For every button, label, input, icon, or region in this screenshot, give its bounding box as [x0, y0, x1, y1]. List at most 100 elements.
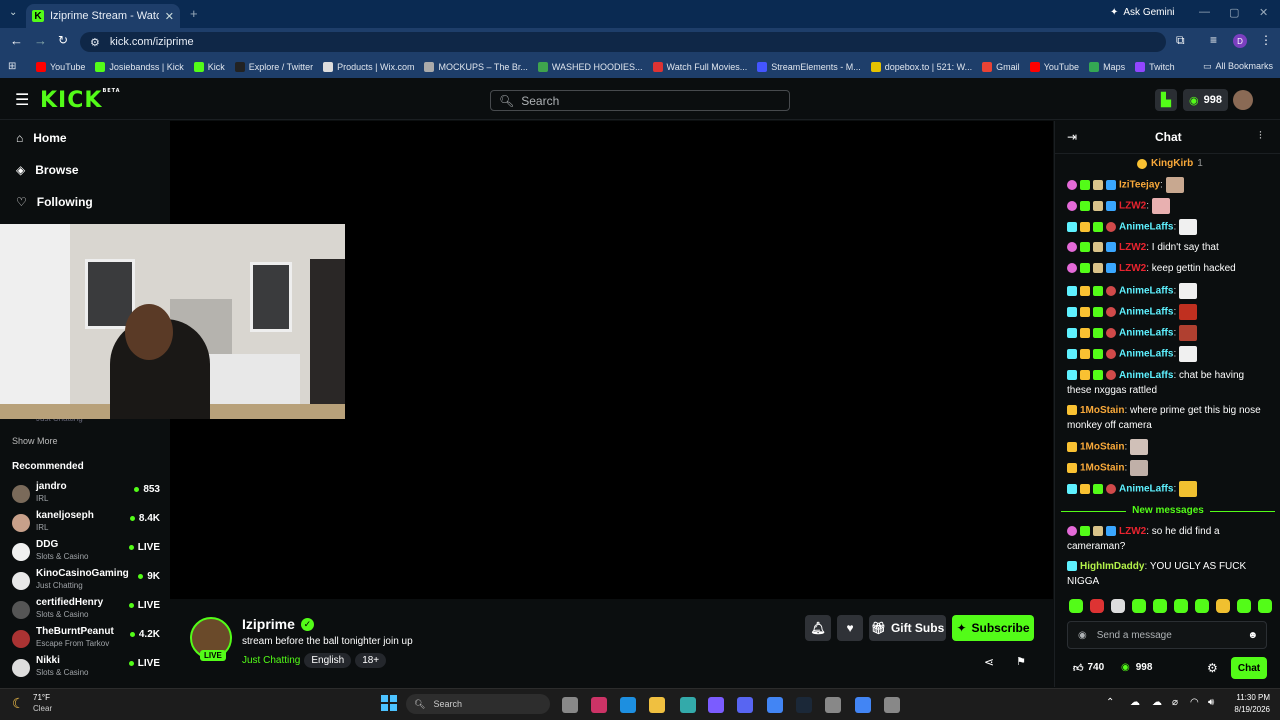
maximize-icon[interactable]: ▢	[1229, 6, 1239, 19]
emote-icon[interactable]	[1111, 599, 1125, 613]
chat-message[interactable]: AnimeLaffs: chat be having these nxggas …	[1067, 368, 1271, 398]
browser-tab[interactable]: K Iziprime Stream - Watch Live on ✕	[26, 4, 180, 28]
windows-start-icon[interactable]	[381, 695, 397, 711]
share-icon[interactable]: ⋖	[984, 655, 994, 669]
bookmark-item[interactable]: WASHED HOODIES...	[537, 62, 643, 72]
taskbar-app-icon[interactable]	[591, 697, 607, 713]
all-bookmarks-button[interactable]: ▭ All Bookmarks	[1203, 61, 1273, 72]
emote-icon[interactable]	[1179, 283, 1198, 299]
chat-users-icon[interactable]: ⫶	[1259, 130, 1262, 143]
new-tab-icon[interactable]: +	[190, 6, 198, 21]
emote-icon[interactable]	[1153, 599, 1167, 613]
chat-message[interactable]: AnimeLaffs:	[1067, 219, 1271, 235]
tray-volume-icon[interactable]: 🔊︎	[1208, 697, 1214, 708]
chat-message[interactable]: AnimeLaffs:	[1067, 481, 1271, 497]
chat-message[interactable]: 1MoStain: where prime get this big nose …	[1067, 403, 1271, 433]
emote-icon[interactable]	[1179, 304, 1198, 320]
chat-username[interactable]: AnimeLaffs	[1119, 370, 1173, 381]
emote-icon[interactable]	[1151, 198, 1170, 214]
forward-icon[interactable]: →	[34, 33, 47, 48]
bookmark-item[interactable]: Products | Wix.com	[323, 62, 414, 72]
recommended-channel[interactable]: jandro IRL 853	[12, 481, 160, 509]
search-input[interactable]: 🔍︎ Search	[490, 90, 790, 111]
chat-username[interactable]: AnimeLaffs	[1119, 484, 1173, 495]
tray-onedrive-icon[interactable]: ☁	[1152, 697, 1162, 708]
chat-message[interactable]: LZW2:	[1067, 198, 1271, 214]
back-icon[interactable]: ←	[10, 33, 23, 48]
kick-logo[interactable]: KICKBETA	[40, 88, 121, 113]
chat-message[interactable]: AnimeLaffs:	[1067, 325, 1271, 341]
nav-browse[interactable]: ◈ Browse	[16, 163, 79, 177]
emote-icon[interactable]	[1237, 599, 1251, 613]
taskbar-app-icon[interactable]	[796, 697, 812, 713]
tab-search-icon[interactable]: ≡	[1210, 33, 1217, 47]
emote-icon[interactable]	[1165, 177, 1184, 193]
taskbar-app-icon[interactable]	[708, 697, 724, 713]
recommended-channel[interactable]: TheBurntPeanut Escape From Tarkov 4.2K	[12, 626, 160, 654]
notification-bell-button[interactable]: 🔔︎	[805, 615, 831, 641]
tray-cloud-icon[interactable]: ☁	[1130, 697, 1140, 708]
taskbar-app-icon[interactable]	[767, 697, 783, 713]
likes-count[interactable]: 👍︎ 740	[1073, 662, 1104, 674]
chat-username[interactable]: 1MoStain	[1080, 405, 1124, 416]
menu-icon[interactable]: ⋮	[1260, 33, 1272, 47]
chat-username[interactable]: AnimeLaffs	[1119, 349, 1173, 360]
chat-message[interactable]: IziTeejay:	[1067, 177, 1271, 193]
chat-message[interactable]: AnimeLaffs:	[1067, 346, 1271, 362]
chat-settings-icon[interactable]: ⚙	[1207, 661, 1218, 675]
collapse-chat-icon[interactable]: ⇥	[1067, 130, 1077, 144]
chat-username[interactable]: AnimeLaffs	[1119, 307, 1173, 318]
taskbar-app-icon[interactable]	[737, 697, 753, 713]
bookmark-item[interactable]: Josiebandss | Kick	[95, 62, 184, 72]
url-bar[interactable]: ⚙ kick.com/iziprime	[80, 32, 1166, 52]
report-icon[interactable]: ⚑	[1016, 655, 1026, 668]
emote-icon[interactable]	[1195, 599, 1209, 613]
user-avatar[interactable]	[1233, 90, 1253, 110]
emote-icon[interactable]	[1132, 599, 1146, 613]
emote-icon[interactable]	[1130, 439, 1149, 455]
reload-icon[interactable]: ↻	[58, 33, 68, 47]
channel-name[interactable]: Iziprime	[242, 616, 295, 632]
pinned-gifter[interactable]: KingKirb 1	[1137, 158, 1203, 169]
chat-username[interactable]: AnimeLaffs	[1119, 222, 1173, 233]
chat-username[interactable]: 1MoStain	[1080, 463, 1124, 474]
chat-username[interactable]: LZW2	[1119, 526, 1146, 537]
chat-username[interactable]: IziTeejay	[1119, 180, 1160, 191]
chat-message[interactable]: AnimeLaffs:	[1067, 283, 1271, 299]
emote-icon[interactable]	[1179, 481, 1198, 497]
recommended-channel[interactable]: DDG Slots & Casino LIVE	[12, 539, 160, 567]
chat-username[interactable]: AnimeLaffs	[1119, 328, 1173, 339]
tray-chevron-icon[interactable]: ⌃	[1106, 697, 1114, 708]
taskbar-app-icon[interactable]	[825, 697, 841, 713]
show-more-button[interactable]: Show More	[12, 436, 58, 446]
emote-icon[interactable]	[1179, 346, 1198, 362]
bookmark-item[interactable]: Twitch	[1135, 62, 1175, 72]
tray-mic-icon[interactable]: ⌀	[1172, 697, 1178, 708]
tag-language[interactable]: English	[304, 653, 352, 668]
ask-gemini-button[interactable]: ✦ Ask Gemini	[1110, 7, 1175, 18]
chat-message[interactable]: LZW2: I didn't say that	[1067, 240, 1271, 255]
taskbar-search[interactable]: 🔍︎ Search	[406, 694, 550, 714]
taskbar-app-icon[interactable]	[884, 697, 900, 713]
close-window-icon[interactable]: ✕	[1259, 6, 1268, 19]
chat-username[interactable]: HighImDaddy	[1080, 561, 1144, 572]
recommended-channel[interactable]: Nikki Slots & Casino LIVE	[12, 655, 160, 683]
taskbar-app-icon[interactable]	[649, 697, 665, 713]
hamburger-menu-icon[interactable]: ☰	[15, 90, 29, 110]
tag-mature[interactable]: 18+	[355, 653, 387, 668]
bookmark-item[interactable]: Explore / Twitter	[234, 62, 313, 72]
bookmark-item[interactable]: dopebox.to | 521: W...	[870, 62, 972, 72]
chat-username[interactable]: LZW2	[1119, 263, 1146, 274]
bookmark-item[interactable]: Kick	[193, 62, 225, 72]
nav-following[interactable]: ♡ Following	[16, 195, 93, 209]
bookmark-item[interactable]: MOCKUPS – The Br...	[424, 62, 528, 72]
emote-icon[interactable]	[1258, 599, 1272, 613]
emote-icon[interactable]	[1130, 460, 1149, 476]
chat-message[interactable]: 1MoStain:	[1067, 460, 1271, 476]
subscribe-button[interactable]: ✦ Subscribe	[952, 615, 1034, 641]
tray-wifi-icon[interactable]: ◠	[1190, 697, 1199, 708]
emote-icon[interactable]	[1216, 599, 1230, 613]
bookmark-item[interactable]: Maps	[1089, 62, 1125, 72]
bookmark-item[interactable]: YouTube	[36, 62, 85, 72]
emote-icon[interactable]	[1179, 325, 1198, 341]
